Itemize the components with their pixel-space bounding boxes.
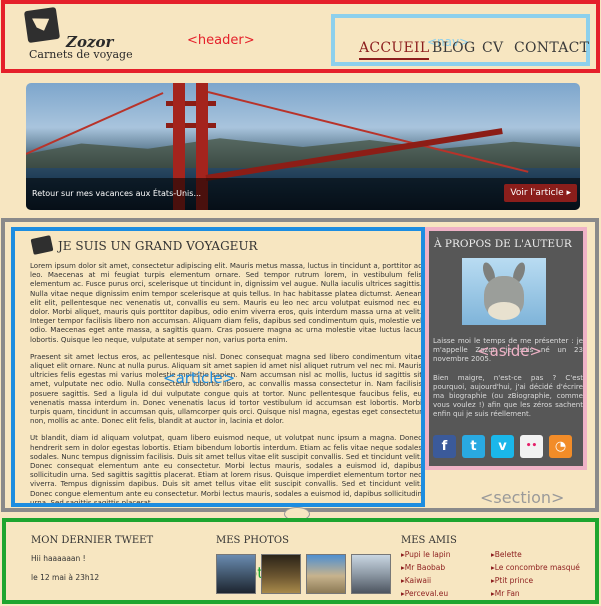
twitter-icon[interactable]: t bbox=[462, 435, 485, 458]
article-paragraph: Lorem ipsum dolor sit amet, consectetur … bbox=[30, 261, 422, 344]
flickr-icon[interactable]: •• bbox=[520, 435, 543, 458]
site-tagline: Carnets de voyage bbox=[29, 48, 133, 61]
article: JE SUIS UN GRAND VOYAGEUR Lorem ipsum do… bbox=[11, 227, 425, 507]
author-avatar bbox=[462, 258, 546, 325]
aside: À PROPOS DE L'AUTEUR Laisse moi le temps… bbox=[425, 227, 587, 470]
rss-icon[interactable]: ◔ bbox=[549, 435, 572, 458]
photo-thumbnail[interactable] bbox=[351, 554, 391, 594]
tweet-date: le 12 mai à 23h12 bbox=[31, 573, 100, 582]
article-paragraph: Praesent sit amet lectus eros, ac pellen… bbox=[30, 351, 422, 426]
friend-link[interactable]: Perceval.eu bbox=[401, 589, 448, 598]
photo-thumbnail[interactable] bbox=[261, 554, 301, 594]
friend-link[interactable]: Mr Fan bbox=[491, 589, 520, 598]
tweet-text: Hii haaaaaan ! bbox=[31, 554, 86, 563]
photos-heading: MES PHOTOS bbox=[216, 535, 289, 546]
header-annotation-label: <header> bbox=[187, 33, 255, 48]
photo-thumbnail[interactable] bbox=[306, 554, 346, 594]
article-title: JE SUIS UN GRAND VOYAGEUR bbox=[58, 239, 258, 253]
friends-heading: MES AMIS bbox=[401, 535, 457, 546]
nav-link-accueil[interactable]: ACCUEIL bbox=[359, 40, 430, 60]
nav-link-blog[interactable]: BLOG bbox=[432, 40, 475, 56]
friend-link[interactable]: Pupi le lapin bbox=[401, 550, 451, 559]
aside-annotation-label: <aside> bbox=[477, 342, 543, 360]
tweet-heading: MON DERNIER TWEET bbox=[31, 535, 154, 546]
aside-paragraph: Bien maigre, n'est-ce pas ? C'est pourqu… bbox=[433, 372, 583, 419]
nav-link-contact[interactable]: CONTACT bbox=[514, 40, 589, 56]
aside-title: À PROPOS DE L'AUTEUR bbox=[434, 238, 572, 250]
article-paragraph: Ut blandit, diam id aliquam volutpat, qu… bbox=[30, 433, 422, 507]
friend-link[interactable]: Le concombre masqué bbox=[491, 563, 580, 572]
footer: <footer> MON DERNIER TWEET Hii haaaaaan … bbox=[2, 518, 599, 604]
friend-link[interactable]: Belette bbox=[491, 550, 522, 559]
friend-link[interactable]: Kaiwaii bbox=[401, 576, 431, 585]
article-icon bbox=[30, 235, 54, 255]
zozor-logo-icon[interactable] bbox=[23, 6, 61, 44]
friend-link[interactable]: Mr Baobab bbox=[401, 563, 445, 572]
banner-image: Retour sur mes vacances aux États-Unis..… bbox=[26, 83, 580, 210]
friend-link[interactable]: Ptit prince bbox=[491, 576, 533, 585]
banner-caption: Retour sur mes vacances aux États-Unis..… bbox=[32, 189, 202, 198]
donkey-muzzle bbox=[488, 302, 520, 320]
article-annotation-label: <article> bbox=[163, 369, 236, 387]
section-annotation-label: <section> bbox=[480, 488, 565, 507]
photo-thumbnail[interactable] bbox=[216, 554, 256, 594]
facebook-icon[interactable]: f bbox=[433, 435, 456, 458]
vimeo-icon[interactable]: v bbox=[491, 435, 514, 458]
view-article-button[interactable]: Voir l'article ▸ bbox=[504, 184, 577, 202]
nav-link-cv[interactable]: CV bbox=[482, 40, 503, 56]
banner-caption-bar: Retour sur mes vacances aux États-Unis..… bbox=[26, 178, 580, 210]
